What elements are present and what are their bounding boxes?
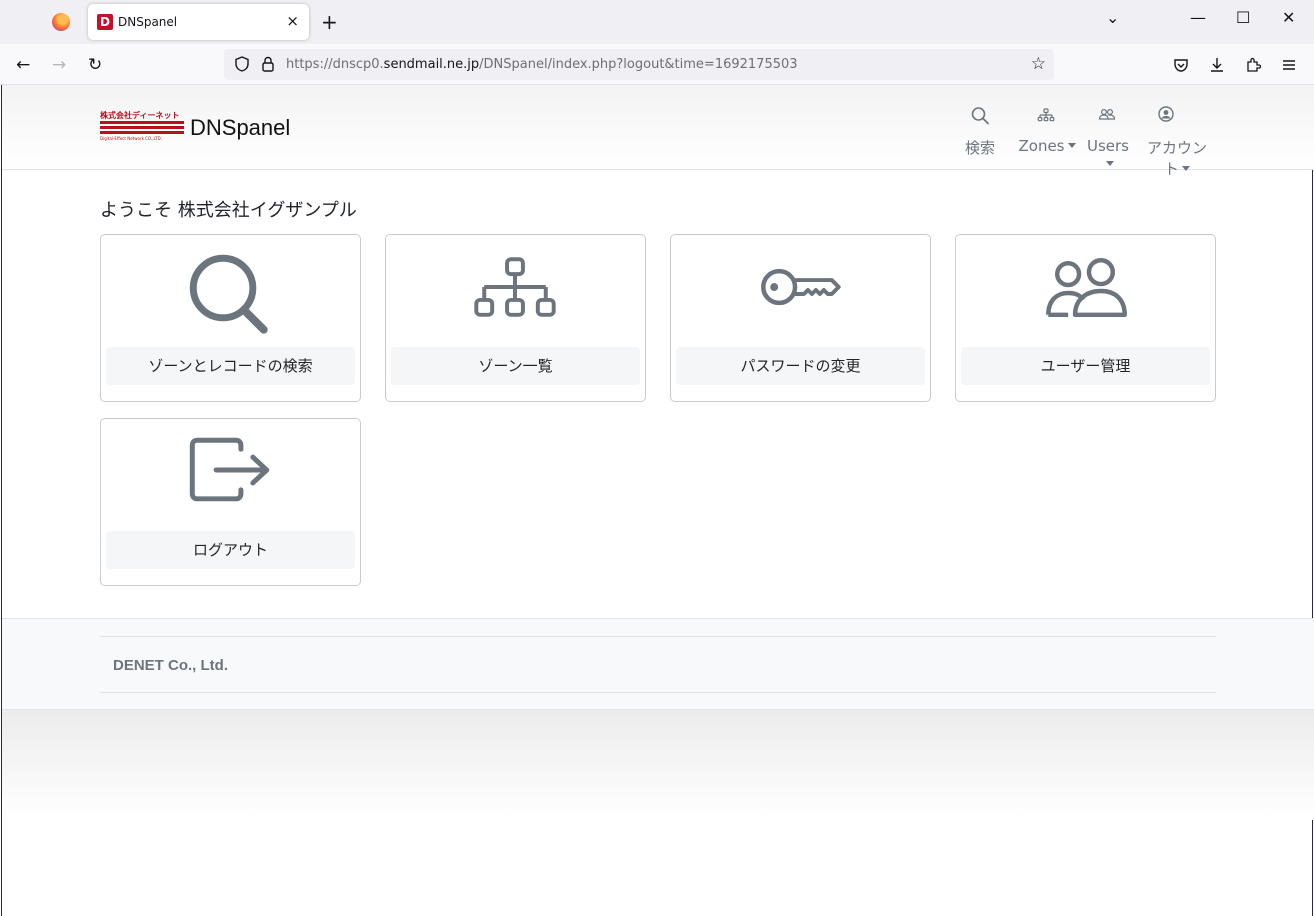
pocket-icon[interactable] xyxy=(1172,56,1190,74)
card-logout[interactable]: ログアウト xyxy=(100,418,361,586)
denet-logo[interactable]: 株式会社ディーネット Digital-Effect Network CO.,LT… xyxy=(100,111,184,143)
card-search-zones-records[interactable]: ゾーンとレコードの検索 xyxy=(100,234,361,402)
key-icon xyxy=(761,268,841,306)
footer-company-name: DENET Co., Ltd. xyxy=(113,657,228,674)
brand-title[interactable]: DNSpanel xyxy=(190,115,290,141)
card-user-management[interactable]: ユーザー管理 xyxy=(955,234,1216,402)
footer-divider xyxy=(100,692,1216,693)
extensions-icon[interactable] xyxy=(1244,56,1262,74)
maximize-window-icon[interactable]: ☐ xyxy=(1236,8,1250,27)
browser-navigation-bar: ← → ↻ https://dnscp0.sendmail.ne.jp/DNSp… xyxy=(0,44,1314,85)
back-icon[interactable]: ← xyxy=(16,55,30,75)
menu-account-label: アカウント xyxy=(1146,139,1207,178)
bookmark-star-icon[interactable]: ☆ xyxy=(1031,54,1046,74)
site-header: 株式会社ディーネット Digital-Effect Network CO.,LT… xyxy=(2,85,1314,178)
menu-users-label: Users xyxy=(1086,137,1129,155)
menu-account-dropdown[interactable]: アカウント xyxy=(1140,105,1214,179)
list-all-tabs-icon[interactable]: ⌄ xyxy=(1106,8,1119,27)
search-icon xyxy=(189,254,268,334)
logout-icon xyxy=(189,437,270,502)
card-zone-list[interactable]: ゾーン一覧 xyxy=(385,234,646,402)
tracking-protection-shield-icon[interactable] xyxy=(233,55,251,73)
browser-tab-bar: D DNSpanel × + ⌄ — ☐ ✕ xyxy=(0,0,1314,44)
menu-search-label: 検索 xyxy=(964,139,995,157)
chevron-down-icon xyxy=(1182,166,1190,171)
forward-icon[interactable]: → xyxy=(52,55,66,75)
address-bar[interactable]: https://dnscp0.sendmail.ne.jp/DNSpanel/i… xyxy=(224,49,1054,80)
downloads-icon[interactable] xyxy=(1208,56,1226,74)
card-search-label: ゾーンとレコードの検索 xyxy=(106,347,355,385)
close-tab-icon[interactable]: × xyxy=(286,12,299,30)
card-logout-label: ログアウト xyxy=(106,531,355,569)
menu-zones-label: Zones xyxy=(1018,137,1065,155)
menu-search[interactable]: 検索 xyxy=(962,105,998,158)
close-window-icon[interactable]: ✕ xyxy=(1282,8,1295,27)
new-tab-icon[interactable]: + xyxy=(321,10,338,34)
chevron-down-icon xyxy=(1105,161,1114,166)
page-content: 株式会社ディーネット Digital-Effect Network CO.,LT… xyxy=(1,85,1314,916)
card-change-password[interactable]: パスワードの変更 xyxy=(670,234,931,402)
card-change-password-label: パスワードの変更 xyxy=(676,347,925,385)
search-icon xyxy=(971,107,989,125)
tab-title: DNSpanel xyxy=(118,15,178,29)
sitemap-icon xyxy=(474,257,556,317)
site-footer: DENET Co., Ltd. xyxy=(2,618,1314,710)
sitemap-icon xyxy=(1037,108,1055,122)
menu-users-dropdown[interactable]: Users xyxy=(1082,105,1134,173)
url-text[interactable]: https://dnscp0.sendmail.ne.jp/DNSpanel/i… xyxy=(286,57,798,72)
dnspanel-favicon-icon: D xyxy=(97,14,113,30)
browser-tab[interactable]: D DNSpanel × xyxy=(88,4,309,40)
card-user-management-label: ユーザー管理 xyxy=(961,347,1210,385)
menu-hamburger-icon[interactable] xyxy=(1280,56,1298,74)
people-icon xyxy=(1046,257,1127,318)
people-icon xyxy=(1098,108,1116,120)
account-circle-icon xyxy=(1158,106,1174,122)
logo-mark xyxy=(100,121,184,136)
lock-icon[interactable] xyxy=(260,55,276,73)
logo-subtitle: Digital-Effect Network CO.,LTD. xyxy=(100,136,162,141)
firefox-icon[interactable] xyxy=(52,13,70,31)
footer-divider xyxy=(100,636,1216,637)
card-zone-list-label: ゾーン一覧 xyxy=(391,347,640,385)
chevron-down-icon xyxy=(1067,143,1076,148)
page-background xyxy=(2,710,1314,820)
reload-icon[interactable]: ↻ xyxy=(88,55,102,75)
welcome-message: ようこそ 株式会社イグザンプル xyxy=(100,200,357,221)
minimize-window-icon[interactable]: — xyxy=(1190,8,1206,27)
menu-zones-dropdown[interactable]: Zones xyxy=(1018,105,1076,155)
logo-company-name: 株式会社ディーネット xyxy=(100,111,180,120)
